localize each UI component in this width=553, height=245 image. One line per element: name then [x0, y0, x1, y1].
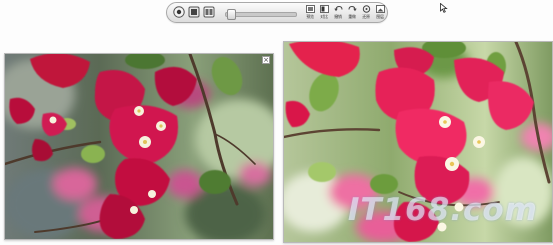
compare-label: 对比 [320, 14, 328, 19]
restore-icon [362, 5, 370, 13]
restore-label: 还原 [362, 14, 370, 19]
undo-label: 撤销 [334, 14, 342, 19]
editor-toolbar: 预览 对比 撤销 重做 还原 图层 [166, 2, 388, 23]
preview-tool[interactable]: 预览 [303, 5, 317, 23]
eye-icon[interactable] [172, 5, 186, 19]
zoom-slider[interactable] [225, 9, 297, 20]
preview-icon [305, 5, 315, 13]
compare-icon [319, 5, 329, 13]
layers-tool[interactable]: 图层 [373, 5, 387, 23]
single-view-icon[interactable] [187, 5, 201, 19]
restore-tool[interactable]: 还原 [359, 5, 373, 23]
zoom-slider-thumb[interactable] [226, 9, 236, 20]
compare-tool[interactable]: 对比 [317, 5, 331, 23]
layers-label: 图层 [376, 14, 384, 19]
edited-photo-panel[interactable]: IT168.com [283, 41, 553, 243]
site-watermark: IT168.com [347, 192, 538, 228]
undo-icon [333, 5, 342, 12]
redo-icon [348, 5, 357, 12]
preview-label: 预览 [306, 14, 314, 19]
close-panel-button[interactable]: × [262, 56, 270, 64]
original-photo [5, 54, 273, 239]
redo-tool[interactable]: 重做 [345, 5, 359, 23]
redo-label: 重做 [348, 14, 356, 19]
mouse-cursor-icon [440, 3, 448, 13]
undo-tool[interactable]: 撤销 [331, 5, 345, 23]
split-view-icon[interactable] [202, 5, 216, 19]
layers-icon [375, 5, 385, 13]
original-photo-panel[interactable]: × [4, 53, 274, 240]
